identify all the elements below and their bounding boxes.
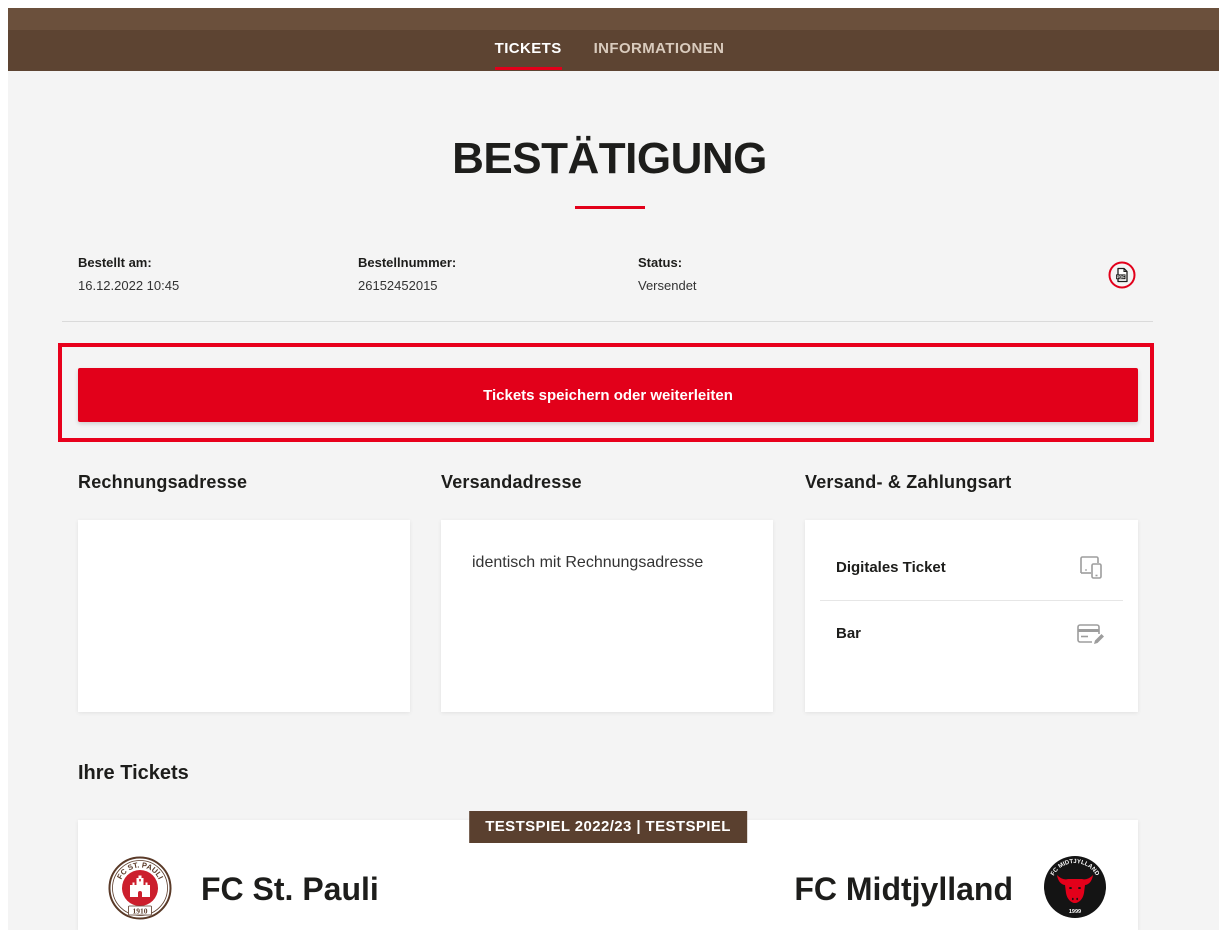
billing-address-heading: Rechnungsadresse	[78, 472, 248, 492]
payment-card-icon	[1075, 621, 1105, 647]
shipping-address-text: identisch mit Rechnungsadresse	[472, 554, 704, 571]
away-team-logo: FC MIDTJYLLAND 1999	[1043, 855, 1107, 919]
order-status-label: Status:	[638, 255, 683, 270]
delivery-payment-heading: Versand- & Zahlungsart	[805, 472, 1012, 492]
order-number-label: Bestellnummer:	[358, 255, 457, 270]
payment-method-label: Bar	[836, 625, 862, 642]
payment-method-item: Bar	[820, 600, 1123, 666]
pdf-download-icon[interactable]: PDF	[1108, 261, 1136, 289]
page-title: BESTÄTIGUNG	[452, 134, 767, 183]
billing-address-card	[78, 520, 410, 712]
order-date: Bestellt am: 16.12.2022 10:45	[78, 255, 179, 294]
tickets-heading: Ihre Tickets	[78, 762, 189, 784]
tab-tickets[interactable]: TICKETS	[494, 40, 562, 70]
main-tabs: TICKETS INFORMATIONEN	[0, 40, 1219, 70]
top-navigation-bar: TICKETS INFORMATIONEN	[8, 8, 1219, 71]
title-underline	[575, 206, 645, 209]
meta-divider	[62, 321, 1153, 322]
away-team-name: FC Midtjylland	[794, 871, 1013, 907]
pdf-download-button[interactable]: PDF	[1108, 261, 1136, 289]
home-logo-year: 1910	[133, 906, 148, 915]
order-number-value: 26152452015	[358, 278, 438, 293]
shipping-address-heading: Versandadresse	[441, 472, 582, 492]
order-status: Status: Versendet	[638, 255, 697, 294]
tab-informationen[interactable]: INFORMATIONEN	[594, 40, 725, 70]
ticket-card: TESTSPIEL 2022/23 | TESTSPIEL FC ST. PAU…	[78, 811, 1138, 930]
home-team-name: FC St. Pauli	[201, 871, 379, 907]
home-team-logo: FC ST. PAULI 1910	[108, 856, 172, 920]
pdf-icon-label: PDF	[1117, 274, 1126, 279]
order-date-value: 16.12.2022 10:45	[78, 278, 180, 293]
order-number: Bestellnummer: 26152452015	[358, 255, 456, 294]
delivery-method-item: Digitales Ticket	[820, 534, 1123, 600]
mobile-device-icon	[1077, 553, 1105, 581]
delivery-method-label: Digitales Ticket	[836, 558, 946, 576]
delivery-payment-card: Digitales Ticket Bar	[805, 520, 1138, 712]
shipping-address-card: identisch mit Rechnungsadresse	[441, 520, 773, 712]
delivery-payment-list: Digitales Ticket Bar	[805, 520, 1138, 666]
match-type-badge: TESTSPIEL 2022/23 | TESTSPIEL	[469, 811, 747, 843]
order-status-value: Versendet	[638, 278, 697, 293]
page: TICKETS INFORMATIONEN BESTÄTIGUNG Bestel…	[0, 0, 1219, 930]
order-date-label: Bestellt am:	[78, 255, 152, 270]
save-forward-tickets-button[interactable]: Tickets speichern oder weiterleiten	[78, 368, 1138, 422]
away-logo-year: 1999	[1069, 909, 1081, 915]
